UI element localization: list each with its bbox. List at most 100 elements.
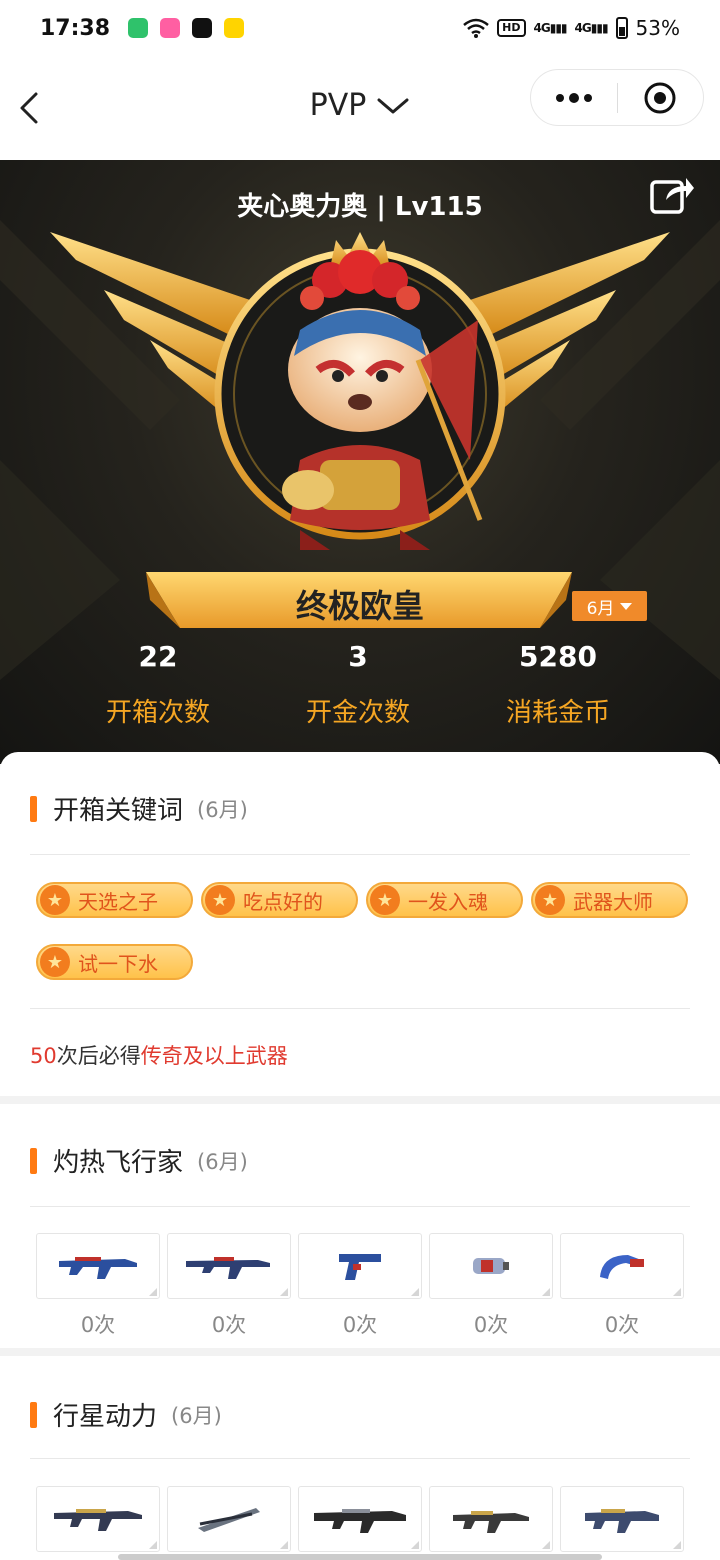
star-icon: ★: [40, 885, 70, 915]
sword-icon: [198, 1508, 260, 1532]
weapon-count: 0次: [473, 1313, 509, 1337]
weapon-count: 0次: [342, 1313, 378, 1337]
rifle-icon: [453, 1511, 529, 1533]
signal-4g-2: 4G▮▮▮: [574, 21, 609, 35]
guarantee-target: 传奇及以上武器: [140, 1044, 288, 1068]
stat-value: 3: [348, 640, 368, 673]
wifi-icon: [463, 18, 489, 38]
section-accent-bar: [30, 1147, 37, 1174]
section-header: 开箱关键词 (6月): [30, 790, 248, 827]
stat-label: 开箱次数: [105, 698, 210, 728]
pistol-icon: [339, 1254, 381, 1280]
keyword-tags: ★ 天选之子 ★ 吃点好的 ★ 一发入魂 ★ 武器大师 ★ 试一下水: [36, 882, 696, 980]
weapon-image: [298, 1486, 422, 1552]
weapon-image: [167, 1233, 291, 1299]
weapon-image: [298, 1233, 422, 1299]
month-selector[interactable]: 6月: [572, 591, 647, 621]
section-period: (6月): [197, 797, 248, 822]
rifle-icon: [59, 1257, 137, 1279]
weapon-image: [167, 1486, 291, 1552]
target-circle-icon: [644, 82, 676, 113]
stats-row: 22 开箱次数 3 开金次数 5280 消耗金币: [0, 640, 720, 729]
case-section-card: 行星动力 (6月): [0, 1356, 720, 1560]
share-button[interactable]: [648, 172, 694, 218]
case-section-card: 灼热飞行家 (6月) 0次 0次 0次 0次 0次: [0, 1104, 720, 1348]
grenade-icon: [473, 1258, 509, 1274]
divider: [30, 1008, 690, 1009]
weapon-item[interactable]: [298, 1486, 422, 1552]
status-app-icons: [128, 18, 245, 38]
status-time: 17:38: [40, 15, 111, 41]
close-mini-program-button[interactable]: [618, 69, 704, 126]
battery-percent: 53%: [635, 16, 680, 40]
weapon-image: [429, 1486, 553, 1552]
caret-down-icon: [620, 602, 633, 610]
weapon-image: [36, 1233, 160, 1299]
mode-selector[interactable]: PVP: [310, 88, 411, 123]
chat-app-icon: [128, 18, 149, 38]
keyword-tag: ★ 吃点好的: [201, 882, 358, 918]
weapon-item[interactable]: [36, 1486, 160, 1552]
section-title: 灼热飞行家: [53, 1148, 184, 1178]
stat-open-count: 22 开箱次数: [58, 640, 258, 729]
stat-value: 22: [138, 640, 178, 673]
section-title: 行星动力: [53, 1402, 158, 1432]
weapon-image: [429, 1233, 553, 1299]
stat-label: 消耗金币: [505, 698, 610, 728]
signal-4g-1: 4G▮▮▮: [533, 21, 568, 35]
rifle-icon: [314, 1509, 406, 1533]
section-period: (6月): [197, 1149, 248, 1174]
rifle-icon: [585, 1509, 659, 1533]
section-accent-bar: [30, 795, 37, 822]
weapon-list: 0次 0次 0次 0次 0次: [36, 1233, 684, 1339]
player-name-level: 夹心奥力奥 | Lv115: [237, 192, 483, 222]
nav-bar: PVP: [0, 56, 720, 160]
guarantee-mid: 次后必得: [56, 1044, 141, 1068]
signal-label: 4G: [533, 21, 551, 35]
weapon-item[interactable]: [560, 1486, 684, 1552]
star-icon: ★: [370, 885, 400, 915]
scroll-indicator[interactable]: [118, 1554, 602, 1560]
weapon-item[interactable]: 0次: [298, 1233, 422, 1339]
weapon-list: [36, 1486, 684, 1552]
more-button[interactable]: [531, 69, 617, 126]
weapon-item[interactable]: 0次: [167, 1233, 291, 1339]
section-period: (6月): [171, 1403, 222, 1428]
stat-value: 5280: [519, 640, 597, 673]
weapon-item[interactable]: 0次: [36, 1233, 160, 1339]
player-hero-banner: 夹心奥力奥 | Lv115 终极欧皇 6月 22 开箱次数 3 开金次数 528…: [0, 160, 720, 764]
karambit-icon: [600, 1255, 644, 1279]
weapon-item[interactable]: 0次: [429, 1233, 553, 1339]
weapon-image: [560, 1486, 684, 1552]
keyword-tag: ★ 一发入魂: [366, 882, 523, 918]
weapon-item[interactable]: [429, 1486, 553, 1552]
weapon-image: [560, 1233, 684, 1299]
delivery-app-icon: [224, 18, 245, 38]
chevron-down-icon: [377, 98, 409, 113]
star-icon: ★: [40, 947, 70, 977]
rifle-icon: [54, 1509, 142, 1531]
keyword-text: 天选之子: [78, 889, 158, 914]
weapon-count: 0次: [80, 1313, 116, 1337]
stat-gold-count: 3 开金次数: [258, 640, 458, 729]
keyword-tag: ★ 天选之子: [36, 882, 193, 918]
mini-program-capsule: [530, 69, 704, 126]
share-icon: [650, 178, 694, 214]
guarantee-text: 50次后必得传奇及以上武器: [30, 1040, 288, 1070]
keyword-text: 武器大师: [573, 889, 653, 914]
tool-app-icon: [192, 18, 213, 38]
status-bar: 17:38 HD 4G▮▮▮ 4G▮▮▮ 53%: [0, 0, 720, 56]
guarantee-count: 50: [30, 1044, 57, 1068]
signal-label: 4G: [574, 21, 592, 35]
rifle-icon: [186, 1257, 270, 1279]
weapon-count: 0次: [604, 1313, 640, 1337]
keyword-text: 试一下水: [78, 951, 158, 976]
divider: [30, 1206, 690, 1207]
hd-badge: HD: [497, 19, 526, 37]
social-app-icon: [160, 18, 181, 38]
battery-icon: [615, 17, 628, 39]
weapon-item[interactable]: [167, 1486, 291, 1552]
weapon-item[interactable]: 0次: [560, 1233, 684, 1339]
weapon-image: [36, 1486, 160, 1552]
month-label: 6月: [586, 598, 615, 619]
